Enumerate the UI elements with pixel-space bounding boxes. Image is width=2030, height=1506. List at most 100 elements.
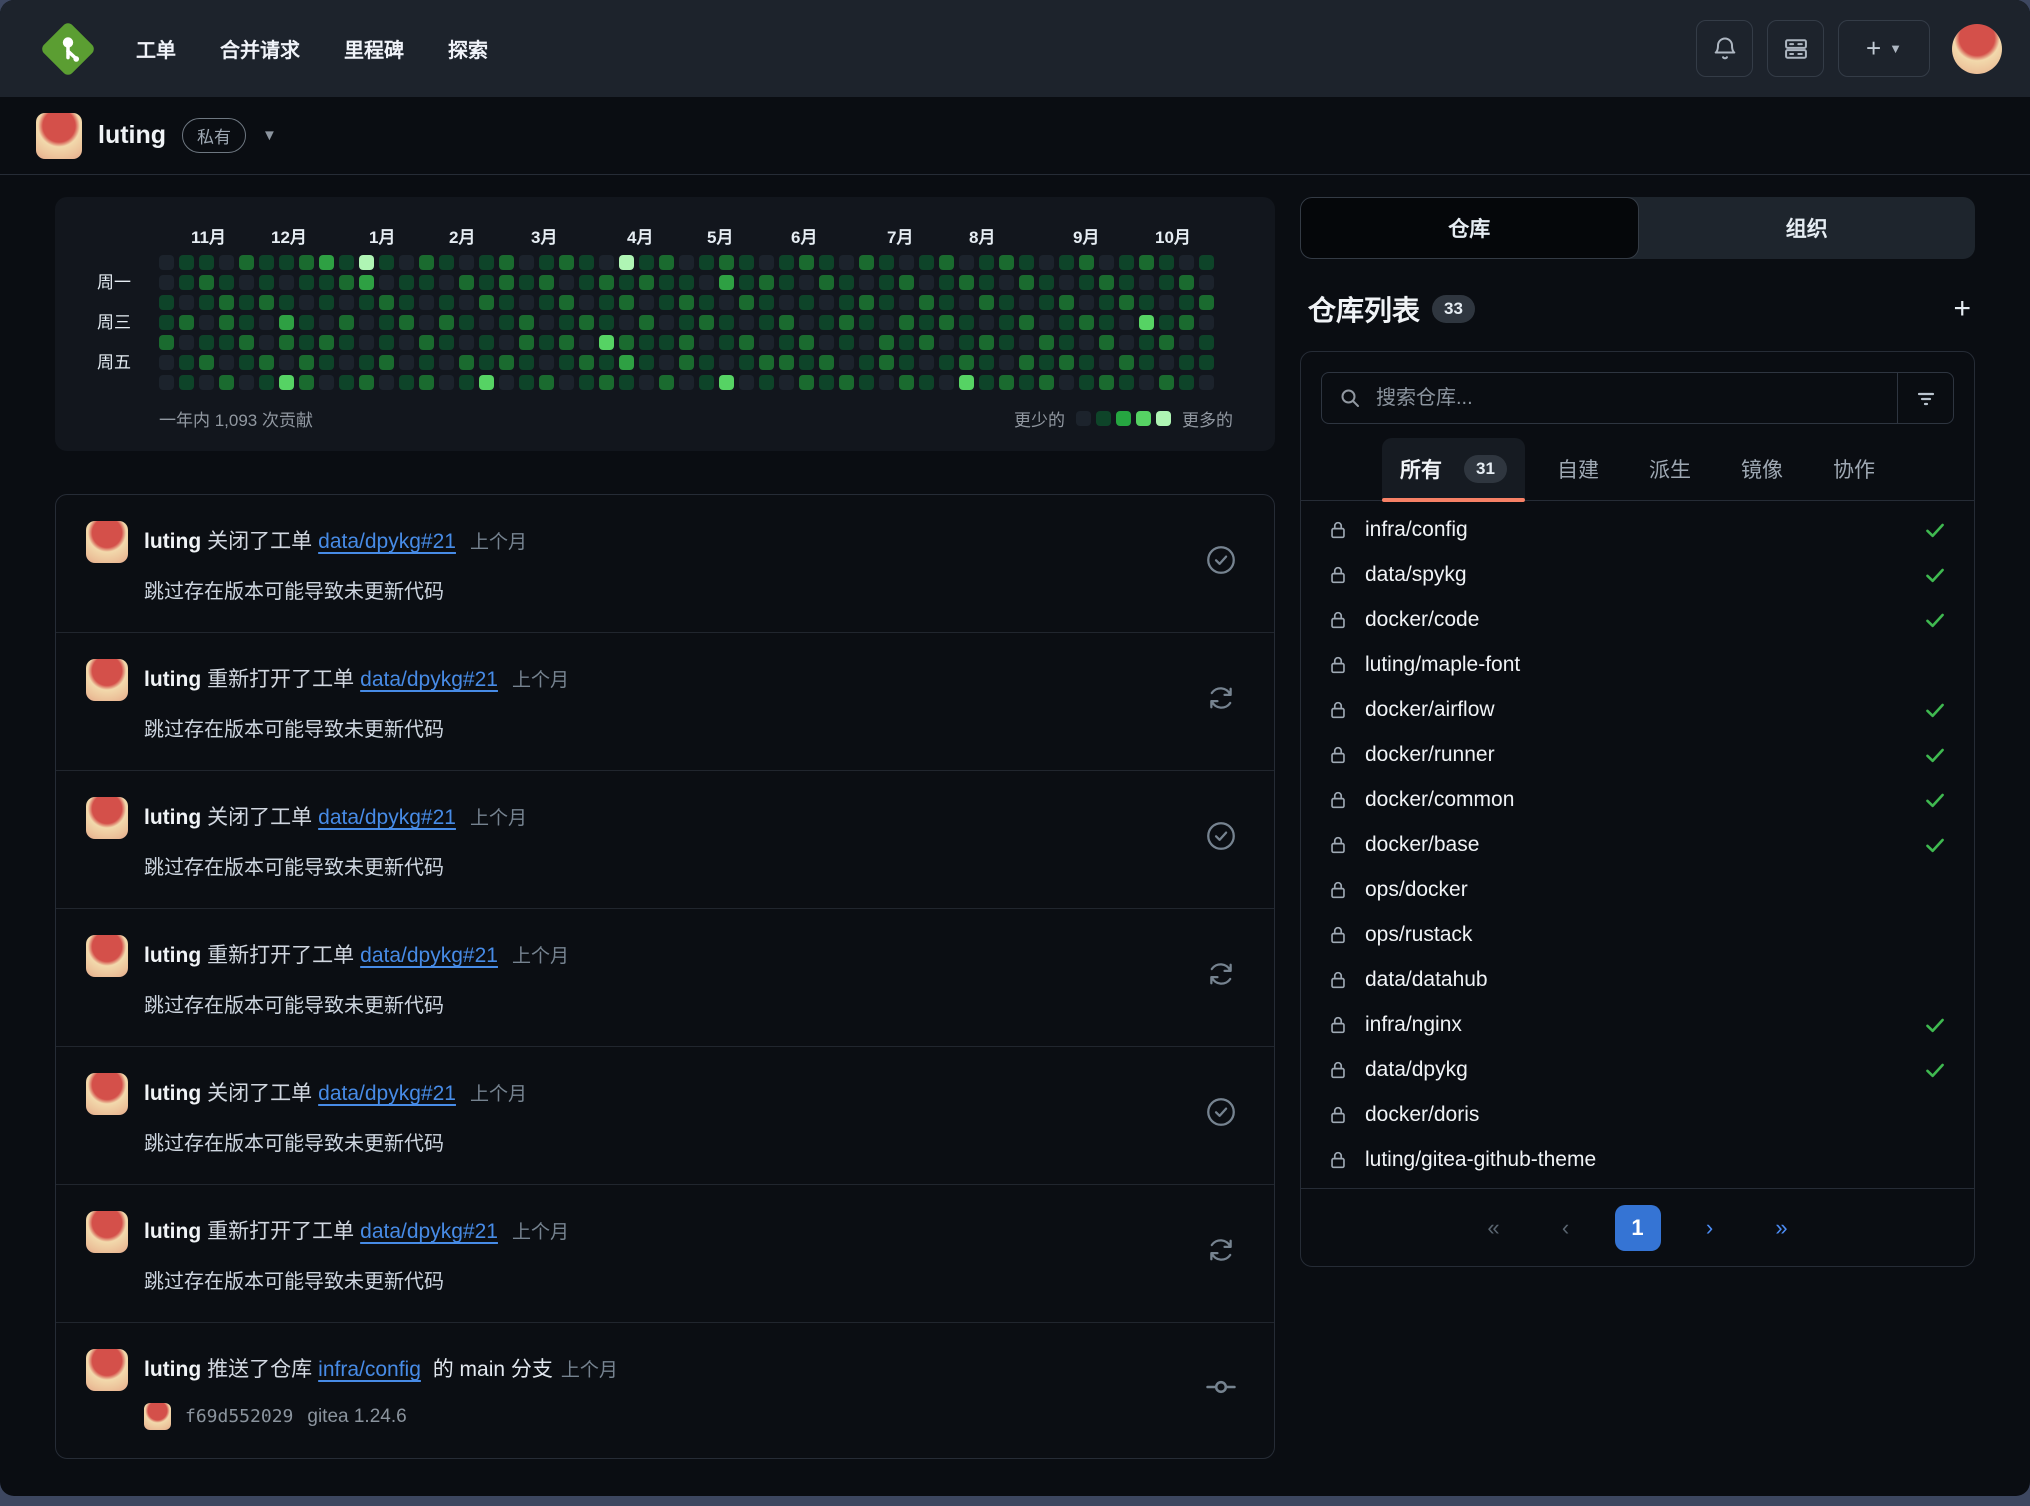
heatmap-cell	[739, 335, 754, 350]
repo-item[interactable]: infra/config	[1301, 507, 1974, 552]
activity-actor[interactable]: luting	[144, 668, 201, 691]
actor-avatar[interactable]	[86, 1073, 128, 1115]
repo-item[interactable]: data/spykg	[1301, 552, 1974, 597]
actor-avatar[interactable]	[86, 797, 128, 839]
add-repo-button[interactable]: +	[1953, 294, 1971, 324]
heatmap-cell	[819, 315, 834, 330]
notifications-button[interactable]	[1696, 20, 1753, 77]
activity-actor[interactable]: luting	[144, 1220, 201, 1243]
activity-target-link[interactable]: data/dpykg#21	[318, 806, 456, 829]
heatmap-cell	[999, 255, 1014, 270]
pagination-next-button[interactable]: ›	[1687, 1205, 1733, 1251]
repo-name-link[interactable]: docker/base	[1365, 833, 1479, 857]
repo-name-link[interactable]: ops/docker	[1365, 878, 1468, 902]
heatmap-cell	[299, 335, 314, 350]
repo-name-link[interactable]: docker/airflow	[1365, 698, 1495, 722]
repo-item[interactable]: docker/runner	[1301, 732, 1974, 777]
heatmap-cell	[499, 355, 514, 370]
repo-item[interactable]: docker/doris	[1301, 1092, 1974, 1137]
pagination-last-button[interactable]: »	[1759, 1205, 1805, 1251]
heatmap-month-labels: 11月12月1月2月3月4月5月6月7月8月9月10月	[159, 223, 1233, 255]
repo-item[interactable]: docker/code	[1301, 597, 1974, 642]
repo-name-link[interactable]: infra/config	[1365, 518, 1468, 542]
repo-name-link[interactable]: docker/runner	[1365, 743, 1495, 767]
nav-item-合并请求[interactable]: 合并请求	[202, 24, 318, 73]
repo-name-link[interactable]: data/datahub	[1365, 968, 1488, 992]
actor-avatar[interactable]	[86, 1211, 128, 1253]
heatmap-cell	[999, 375, 1014, 390]
lock-icon	[1327, 564, 1349, 586]
profile-dropdown-caret-icon[interactable]: ▼	[262, 127, 277, 144]
repo-name-link[interactable]: infra/nginx	[1365, 1013, 1462, 1037]
activity-actor[interactable]: luting	[144, 944, 201, 967]
create-new-button[interactable]: + ▼	[1838, 20, 1930, 77]
activity-target-link[interactable]: infra/config	[318, 1358, 421, 1381]
repo-filter-button[interactable]	[1897, 373, 1953, 423]
activity-target-link[interactable]: data/dpykg#21	[360, 944, 498, 967]
heatmap-cell	[279, 275, 294, 290]
heatmap-cell	[1119, 315, 1134, 330]
pagination-current-page[interactable]: 1	[1615, 1205, 1661, 1251]
heatmap-cell	[819, 275, 834, 290]
actor-avatar[interactable]	[86, 1349, 128, 1391]
activity-actor[interactable]: luting	[144, 1358, 201, 1381]
repo-search-input[interactable]	[1376, 387, 1897, 410]
repo-name-link[interactable]: luting/maple-font	[1365, 653, 1520, 677]
repo-item[interactable]: data/datahub	[1301, 957, 1974, 1002]
sidebar-tab-仓库[interactable]: 仓库	[1300, 197, 1639, 259]
repo-filter-镜像[interactable]: 镜像	[1723, 438, 1801, 500]
check-status-icon	[1922, 787, 1948, 813]
repo-name-link[interactable]: docker/code	[1365, 608, 1479, 632]
repo-name-link[interactable]: docker/common	[1365, 788, 1514, 812]
activity-target-link[interactable]: data/dpykg#21	[360, 668, 498, 691]
heatmap-cell	[1059, 275, 1074, 290]
repo-name-link[interactable]: ops/rustack	[1365, 923, 1472, 947]
repo-item[interactable]: docker/airflow	[1301, 687, 1974, 732]
nav-item-探索[interactable]: 探索	[430, 24, 506, 73]
activity-target-link[interactable]: data/dpykg#21	[318, 1082, 456, 1105]
actor-avatar[interactable]	[86, 935, 128, 977]
repo-filter-派生[interactable]: 派生	[1631, 438, 1709, 500]
repo-item[interactable]: ops/docker	[1301, 867, 1974, 912]
heatmap-cell	[339, 295, 354, 310]
activity-target-link[interactable]: data/dpykg#21	[360, 1220, 498, 1243]
repo-item[interactable]: docker/base	[1301, 822, 1974, 867]
admin-panel-button[interactable]	[1767, 20, 1824, 77]
heatmap-month-label: 7月	[887, 223, 913, 248]
repo-filter-协作[interactable]: 协作	[1815, 438, 1893, 500]
repo-filter-自建[interactable]: 自建	[1539, 438, 1617, 500]
actor-avatar[interactable]	[86, 659, 128, 701]
commit-hash-link[interactable]: f69d552029	[185, 1406, 293, 1427]
heatmap-cell	[539, 355, 554, 370]
user-avatar[interactable]	[1952, 24, 2002, 74]
repo-item[interactable]: luting/gitea-github-theme	[1301, 1137, 1974, 1182]
repo-item[interactable]: data/dpykg	[1301, 1047, 1974, 1092]
heatmap-cell	[1079, 295, 1094, 310]
repo-item[interactable]: ops/rustack	[1301, 912, 1974, 957]
repo-name-link[interactable]: docker/doris	[1365, 1103, 1479, 1127]
sidebar-tab-组织[interactable]: 组织	[1639, 197, 1976, 259]
pagination-first-button[interactable]: «	[1471, 1205, 1517, 1251]
repo-name-link[interactable]: luting/gitea-github-theme	[1365, 1148, 1596, 1172]
repo-item[interactable]: infra/nginx	[1301, 1002, 1974, 1047]
check-status-icon	[1922, 607, 1948, 633]
heatmap-cell	[859, 315, 874, 330]
repo-name-link[interactable]: data/spykg	[1365, 563, 1467, 587]
profile-avatar[interactable]	[36, 113, 82, 159]
repo-name-link[interactable]: data/dpykg	[1365, 1058, 1468, 1082]
activity-actor[interactable]: luting	[144, 806, 201, 829]
repo-item[interactable]: luting/maple-font	[1301, 642, 1974, 687]
activity-actor[interactable]: luting	[144, 1082, 201, 1105]
gitea-logo-icon[interactable]	[42, 23, 94, 75]
nav-item-工单[interactable]: 工单	[118, 24, 194, 73]
heatmap-month-label: 5月	[707, 223, 733, 248]
repo-item[interactable]: docker/common	[1301, 777, 1974, 822]
pagination-prev-button[interactable]: ‹	[1543, 1205, 1589, 1251]
heatmap-day-labels: 周一周三周五	[97, 255, 159, 390]
nav-item-里程碑[interactable]: 里程碑	[326, 24, 422, 73]
heatmap-cell	[219, 255, 234, 270]
actor-avatar[interactable]	[86, 521, 128, 563]
activity-actor[interactable]: luting	[144, 530, 201, 553]
activity-target-link[interactable]: data/dpykg#21	[318, 530, 456, 553]
repo-filter-所有[interactable]: 所有31	[1382, 438, 1525, 500]
